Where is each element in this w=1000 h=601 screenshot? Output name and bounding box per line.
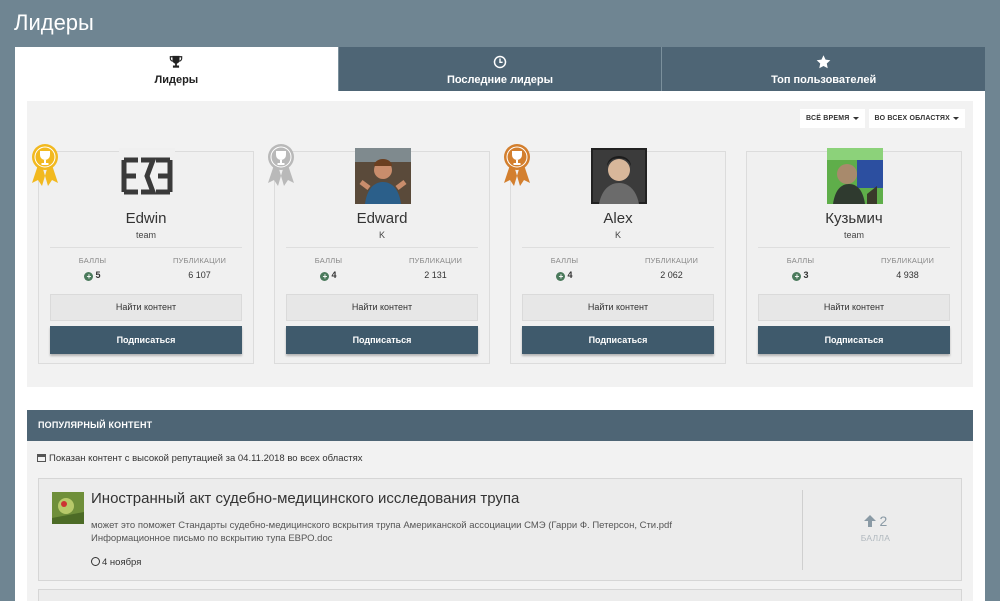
time-filter-label: ВСЁ ВРЕМЯ xyxy=(806,115,850,122)
points-stat: БАЛЛЫ +4 xyxy=(275,256,382,281)
points-stat: БАЛЛЫ +3 xyxy=(747,256,854,281)
leader-card: Edward K БАЛЛЫ +4 ПУБЛИКАЦИИ 2 131 Найти… xyxy=(268,144,490,364)
filter-bar: ВСЁ ВРЕМЯ ВО ВСЕХ ОБЛАСТЯХ xyxy=(800,109,965,128)
posts-stat: ПУБЛИКАЦИИ 2 131 xyxy=(382,256,489,280)
popular-info: Показан контент с высокой репутацией за … xyxy=(37,453,363,464)
posts-label: ПУБЛИКАЦИИ xyxy=(408,256,463,265)
posts-value: 2 062 xyxy=(660,270,683,280)
leader-card: Alex K БАЛЛЫ +4 ПУБЛИКАЦИИ 2 062 Найти к… xyxy=(504,144,726,364)
caret-down-icon xyxy=(953,116,959,120)
follow-button[interactable]: Подписаться xyxy=(50,326,242,354)
bronze-award-icon xyxy=(504,144,530,186)
divider xyxy=(286,247,478,248)
post-title[interactable]: Иностранный акт судебно-медицинского исс… xyxy=(91,490,519,507)
author-avatar[interactable] xyxy=(52,492,84,524)
find-content-button[interactable]: Найти контент xyxy=(286,294,478,321)
area-filter-dropdown[interactable]: ВО ВСЕХ ОБЛАСТЯХ xyxy=(868,109,965,128)
leader-group: K xyxy=(378,230,385,240)
divider xyxy=(758,247,950,248)
points-label: БАЛЛЫ xyxy=(550,256,579,265)
reputation-box: 2 БАЛЛА xyxy=(803,513,948,543)
popular-content-area: Показан контент с высокой репутацией за … xyxy=(27,441,973,601)
reputation-value: 2 xyxy=(879,513,888,529)
points-label: БАЛЛЫ xyxy=(314,256,343,265)
silver-award-icon xyxy=(268,144,294,186)
leader-name[interactable]: Alex xyxy=(511,210,725,227)
avatar[interactable] xyxy=(827,148,883,204)
tab-top-users[interactable]: Топ пользователей xyxy=(661,47,986,91)
follow-button[interactable]: Подписаться xyxy=(758,326,950,354)
area-filter-label: ВО ВСЕХ ОБЛАСТЯХ xyxy=(874,115,950,122)
follow-button[interactable]: Подписаться xyxy=(522,326,714,354)
star-icon xyxy=(816,55,831,69)
calendar-icon xyxy=(37,454,46,462)
leader-group: team xyxy=(843,230,864,240)
posts-label: ПУБЛИКАЦИИ xyxy=(644,256,699,265)
tab-leaders[interactable]: Лидеры xyxy=(15,47,338,91)
follow-button[interactable]: Подписаться xyxy=(286,326,478,354)
arrow-up-icon xyxy=(863,515,876,527)
avatar[interactable] xyxy=(355,148,411,204)
reputation-label: БАЛЛА xyxy=(860,533,891,543)
leader-name[interactable]: Edward xyxy=(275,210,489,227)
divider xyxy=(522,247,714,248)
find-content-button[interactable]: Найти контент xyxy=(758,294,950,321)
points-value: 4 xyxy=(567,270,573,280)
page-title: Лидеры xyxy=(14,10,94,35)
popular-info-text: Показан контент с высокой репутацией за … xyxy=(49,453,363,464)
tab-label: Последние лидеры xyxy=(446,74,554,86)
points-value: 5 xyxy=(95,270,101,280)
trophy-icon xyxy=(170,55,183,68)
points-label: БАЛЛЫ xyxy=(786,256,815,265)
plus-circle-icon: + xyxy=(556,272,566,281)
leader-group: K xyxy=(614,230,621,240)
leader-card: Edwin team БАЛЛЫ +5 ПУБЛИКАЦИИ 6 107 Най… xyxy=(32,144,254,364)
points-value: 4 xyxy=(331,270,337,280)
tab-bar: Лидеры Последние лидеры Топ пользователе… xyxy=(15,47,986,91)
content-panel: ВСЁ ВРЕМЯ ВО ВСЕХ ОБЛАСТЯХ Edwin team БА… xyxy=(15,91,985,601)
posts-label: ПУБЛИКАЦИИ xyxy=(172,256,227,265)
posts-stat: ПУБЛИКАЦИИ 4 938 xyxy=(854,256,961,280)
tab-label: Лидеры xyxy=(154,74,199,86)
popular-content-header: ПОПУЛЯРНЫЙ КОНТЕНТ xyxy=(27,410,973,441)
points-stat: БАЛЛЫ +4 xyxy=(511,256,618,281)
avatar[interactable] xyxy=(119,148,175,204)
find-content-button[interactable]: Найти контент xyxy=(50,294,242,321)
leaders-area: ВСЁ ВРЕМЯ ВО ВСЕХ ОБЛАСТЯХ Edwin team БА… xyxy=(27,101,973,387)
posts-value: 2 131 xyxy=(424,270,447,280)
tab-recent-leaders[interactable]: Последние лидеры xyxy=(337,47,662,91)
gold-award-icon xyxy=(32,144,58,186)
post-excerpt: может это поможет Стандарты судебно-меди… xyxy=(91,520,672,544)
popular-post: Иностранный акт судебно-медицинского исс… xyxy=(38,478,962,581)
avatar[interactable] xyxy=(591,148,647,204)
points-value: 3 xyxy=(803,270,809,280)
leader-name[interactable]: Edwin xyxy=(39,210,253,227)
posts-stat: ПУБЛИКАЦИИ 2 062 xyxy=(618,256,725,280)
plus-circle-icon: + xyxy=(792,272,802,281)
popular-post xyxy=(38,589,962,601)
clock-icon xyxy=(91,557,100,566)
points-label: БАЛЛЫ xyxy=(78,256,107,265)
plus-circle-icon: + xyxy=(84,272,94,281)
plus-circle-icon: + xyxy=(320,272,330,281)
time-filter-dropdown[interactable]: ВСЁ ВРЕМЯ xyxy=(800,109,865,128)
posts-value: 4 938 xyxy=(896,270,919,280)
find-content-button[interactable]: Найти контент xyxy=(522,294,714,321)
points-stat: БАЛЛЫ +5 xyxy=(39,256,146,281)
divider xyxy=(50,247,242,248)
posts-label: ПУБЛИКАЦИИ xyxy=(880,256,935,265)
post-date: 4 ноября xyxy=(91,557,141,568)
posts-stat: ПУБЛИКАЦИИ 6 107 xyxy=(146,256,253,280)
leader-group: team xyxy=(135,230,156,240)
posts-value: 6 107 xyxy=(188,270,211,280)
tab-label: Топ пользователей xyxy=(771,74,877,86)
clock-icon xyxy=(493,55,507,69)
leader-card: Кузьмич team БАЛЛЫ +3 ПУБЛИКАЦИИ 4 938 Н… xyxy=(746,148,962,364)
post-date-text: 4 ноября xyxy=(102,557,142,568)
caret-down-icon xyxy=(852,116,859,120)
leader-name[interactable]: Кузьмич xyxy=(747,210,961,227)
